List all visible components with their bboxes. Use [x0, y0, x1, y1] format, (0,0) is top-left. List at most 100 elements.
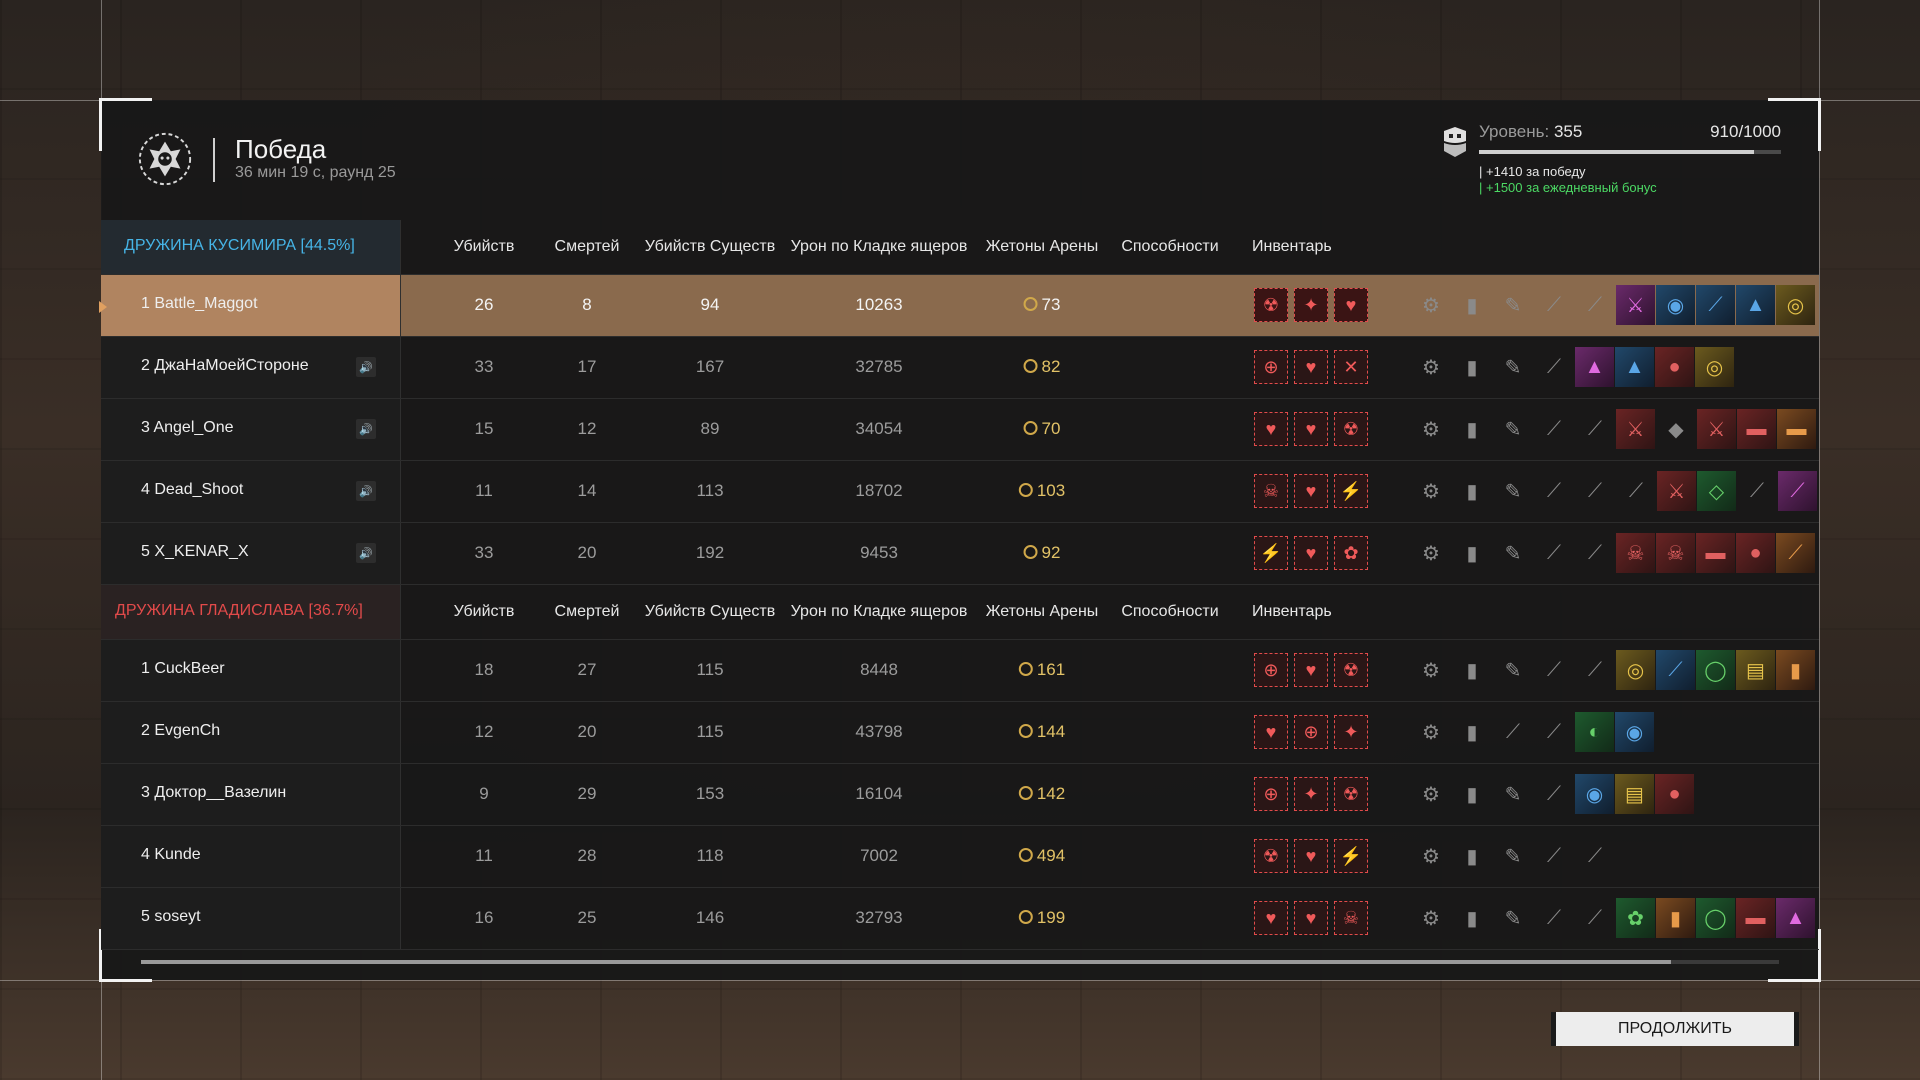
inventory-item-icon[interactable]: ✎ [1493, 650, 1533, 690]
inventory-item-icon[interactable]: ◉ [1615, 712, 1654, 752]
inventory-item-icon[interactable]: ▮ [1452, 285, 1492, 325]
player-row[interactable]: 1 CuckBeer 18 27 115 8448 161 ⊕ ♥ ☢ ⚙ ▮ ✎ ⟋ ⟋ ◎ ⟋ ◯ ▤ ▮ [101, 640, 1819, 702]
player-row[interactable]: 2 ДжаНаМоейСтороне 🔊 33 17 167 32785 82 ⊕ ♥ ✕ ⚙ ▮ ✎ ⟋… [101, 337, 1819, 399]
inventory-item-icon[interactable]: ◯ [1696, 650, 1735, 690]
inventory-item-icon[interactable]: ◉ [1575, 774, 1614, 814]
continue-button[interactable]: ПРОДОЛЖИТЬ [1551, 1012, 1799, 1046]
inventory-item-icon[interactable]: ✎ [1493, 285, 1533, 325]
inventory-item-icon[interactable]: ⚙ [1411, 471, 1451, 511]
inventory-item-icon[interactable]: ⟋ [1493, 712, 1533, 752]
ability-icon[interactable]: ♥ [1294, 839, 1328, 873]
inventory-item-icon[interactable]: ⚙ [1411, 285, 1451, 325]
ability-icon[interactable]: ♥ [1254, 412, 1288, 446]
inventory-item-icon[interactable]: ✎ [1493, 533, 1533, 573]
inventory-item-icon[interactable]: ● [1655, 347, 1694, 387]
ability-icon[interactable]: ♥ [1294, 412, 1328, 446]
inventory-item-icon[interactable]: ⚙ [1411, 712, 1451, 752]
inventory-item-icon[interactable]: ✎ [1493, 409, 1533, 449]
mute-speaker-icon[interactable]: 🔊 [356, 419, 376, 439]
inventory-item-icon[interactable]: ☠ [1616, 533, 1655, 573]
inventory-item-icon[interactable]: ▮ [1452, 533, 1492, 573]
ability-icon[interactable]: ☢ [1334, 653, 1368, 687]
inventory-item-icon[interactable]: ⟋ [1575, 285, 1615, 325]
inventory-item-icon[interactable]: ⟋ [1575, 533, 1615, 573]
ability-icon[interactable]: ☠ [1254, 474, 1288, 508]
ability-icon[interactable]: ✦ [1294, 288, 1328, 322]
horizontal-scrollbar[interactable] [141, 960, 1779, 964]
ability-icon[interactable]: ⚡ [1334, 839, 1368, 873]
inventory-item-icon[interactable]: ✎ [1493, 836, 1533, 876]
inventory-item-icon[interactable]: ✎ [1493, 774, 1533, 814]
inventory-item-icon[interactable]: ◎ [1776, 285, 1815, 325]
inventory-item-icon[interactable]: ● [1655, 774, 1694, 814]
inventory-item-icon[interactable]: ▮ [1452, 347, 1492, 387]
inventory-item-icon[interactable]: ◆ [1656, 409, 1696, 449]
player-row[interactable]: 4 Kunde 11 28 118 7002 494 ☢ ♥ ⚡ ⚙ ▮ ✎ ⟋ ⟋ [101, 826, 1819, 888]
inventory-item-icon[interactable]: ▬ [1736, 898, 1775, 938]
inventory-item-icon[interactable]: ▲ [1575, 347, 1614, 387]
inventory-item-icon[interactable]: ⟋ [1696, 285, 1735, 325]
ability-icon[interactable]: ♥ [1254, 901, 1288, 935]
inventory-item-icon[interactable]: ⟋ [1534, 836, 1574, 876]
inventory-item-icon[interactable]: ✿ [1616, 898, 1655, 938]
inventory-item-icon[interactable]: ✎ [1493, 471, 1533, 511]
inventory-item-icon[interactable]: ⚔ [1697, 409, 1736, 449]
ability-icon[interactable]: ☠ [1334, 901, 1368, 935]
inventory-item-icon[interactable]: ⚙ [1411, 347, 1451, 387]
inventory-item-icon[interactable]: ⟋ [1534, 650, 1574, 690]
ability-icon[interactable]: ⊕ [1294, 715, 1328, 749]
inventory-item-icon[interactable]: ⟋ [1656, 650, 1695, 690]
mute-speaker-icon[interactable]: 🔊 [356, 357, 376, 377]
inventory-item-icon[interactable]: ⚙ [1411, 650, 1451, 690]
inventory-item-icon[interactable]: ▮ [1776, 650, 1815, 690]
inventory-item-icon[interactable]: ⟋ [1534, 898, 1574, 938]
ability-icon[interactable]: ⚡ [1254, 536, 1288, 570]
mute-speaker-icon[interactable]: 🔊 [356, 543, 376, 563]
inventory-item-icon[interactable]: ▮ [1452, 650, 1492, 690]
scrollbar-thumb[interactable] [141, 960, 1671, 964]
player-row[interactable]: 5 soseyt 16 25 146 32793 199 ♥ ♥ ☠ ⚙ ▮ ✎ ⟋ ⟋ ✿ ▮ ◯ ▬ ▲ [101, 888, 1819, 950]
inventory-item-icon[interactable]: ▲ [1776, 898, 1815, 938]
inventory-item-icon[interactable]: ⟋ [1575, 471, 1615, 511]
ability-icon[interactable]: ✕ [1334, 350, 1368, 384]
ability-icon[interactable]: ♥ [1294, 901, 1328, 935]
inventory-item-icon[interactable]: ⟋ [1575, 898, 1615, 938]
ability-icon[interactable]: ♥ [1294, 536, 1328, 570]
ability-icon[interactable]: ⊕ [1254, 777, 1288, 811]
inventory-item-icon[interactable]: ▮ [1452, 712, 1492, 752]
ability-icon[interactable]: ☢ [1334, 777, 1368, 811]
ability-icon[interactable]: ☢ [1334, 412, 1368, 446]
inventory-item-icon[interactable]: ▮ [1452, 898, 1492, 938]
inventory-item-icon[interactable]: ⟋ [1534, 285, 1574, 325]
inventory-item-icon[interactable]: ⟋ [1534, 409, 1574, 449]
inventory-item-icon[interactable]: ⟋ [1776, 533, 1815, 573]
inventory-item-icon[interactable]: ⚙ [1411, 409, 1451, 449]
inventory-item-icon[interactable]: ▲ [1736, 285, 1775, 325]
inventory-item-icon[interactable]: ▬ [1696, 533, 1735, 573]
player-row[interactable]: 1 Battle_Maggot 26 8 94 10263 73 ☢ ✦ ♥ ⚙ ▮ ✎ ⟋ ⟋ ⚔ ◉ ⟋ ▲ ◎ [99, 275, 1819, 337]
inventory-item-icon[interactable]: ⚙ [1411, 898, 1451, 938]
inventory-item-icon[interactable]: ◯ [1696, 898, 1735, 938]
inventory-item-icon[interactable]: ⟋ [1575, 650, 1615, 690]
ability-icon[interactable]: ⊕ [1254, 653, 1288, 687]
ability-icon[interactable]: ⊕ [1254, 350, 1288, 384]
inventory-item-icon[interactable]: ◇ [1697, 471, 1736, 511]
ability-icon[interactable]: ✦ [1294, 777, 1328, 811]
inventory-item-icon[interactable]: ▮ [1452, 836, 1492, 876]
inventory-item-icon[interactable]: ⟋ [1737, 471, 1777, 511]
inventory-item-icon[interactable]: ⚔ [1616, 409, 1655, 449]
inventory-item-icon[interactable]: ⟋ [1534, 774, 1574, 814]
inventory-item-icon[interactable]: ▬ [1737, 409, 1776, 449]
inventory-item-icon[interactable]: ◎ [1695, 347, 1734, 387]
inventory-item-icon[interactable]: ▲ [1615, 347, 1654, 387]
inventory-item-icon[interactable]: ▤ [1736, 650, 1775, 690]
ability-icon[interactable]: ♥ [1294, 350, 1328, 384]
inventory-item-icon[interactable]: ⟋ [1534, 347, 1574, 387]
player-row[interactable]: 5 X_KENAR_X 🔊 33 20 192 9453 92 ⚡ ♥ ✿ ⚙ ▮ ✎ ⟋ ⟋ ☠ ☠ ▬ ● ⟋ [101, 523, 1819, 585]
inventory-item-icon[interactable]: ◉ [1656, 285, 1695, 325]
inventory-item-icon[interactable]: ▬ [1777, 409, 1816, 449]
inventory-item-icon[interactable]: ☠ [1656, 533, 1695, 573]
ability-icon[interactable]: ✦ [1334, 715, 1368, 749]
ability-icon[interactable]: ☢ [1254, 839, 1288, 873]
inventory-item-icon[interactable]: ✎ [1493, 347, 1533, 387]
